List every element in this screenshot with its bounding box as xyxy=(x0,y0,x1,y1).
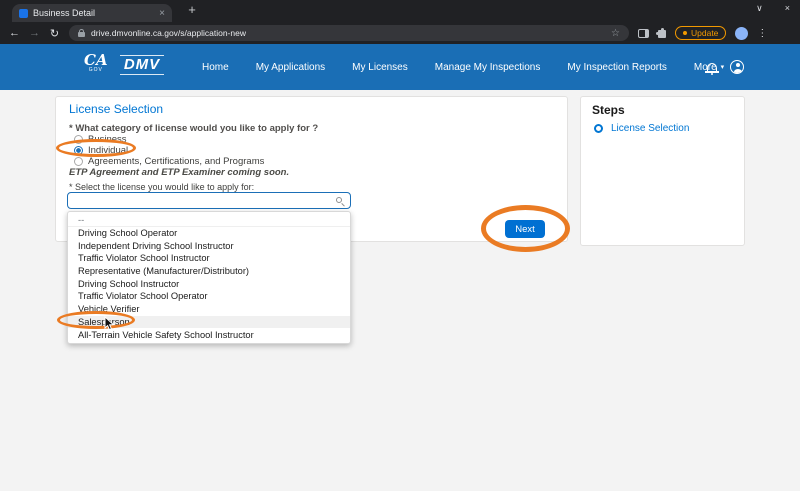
coming-soon-note: ETP Agreement and ETP Examiner coming so… xyxy=(69,167,289,178)
nav-my-licenses[interactable]: My Licenses xyxy=(352,62,408,73)
dropdown-option-none[interactable]: -- xyxy=(68,214,350,227)
forward-icon[interactable]: → xyxy=(29,27,40,39)
radio-icon[interactable] xyxy=(74,135,83,144)
dropdown-option[interactable]: Driving School Operator xyxy=(68,227,350,240)
back-icon[interactable]: ← xyxy=(9,27,20,39)
nav-my-applications[interactable]: My Applications xyxy=(256,62,325,73)
radio-icon[interactable] xyxy=(74,157,83,166)
step-radio-icon xyxy=(594,124,603,133)
category-question: * What category of license would you lik… xyxy=(69,123,318,134)
dropdown-option[interactable]: Traffic Violator School Operator xyxy=(68,290,350,303)
ca-gov-logo[interactable]: CA GOV xyxy=(84,53,108,73)
tab-title: Business Detail xyxy=(33,8,95,18)
license-search-input[interactable] xyxy=(67,192,351,209)
extensions-puzzle-icon[interactable] xyxy=(658,30,666,38)
side-panel-icon[interactable] xyxy=(638,29,649,38)
steps-card xyxy=(580,96,745,246)
update-label: Update xyxy=(691,28,718,38)
dmv-logo[interactable]: DMV xyxy=(116,54,168,76)
dropdown-option-salesperson[interactable]: Salesperson xyxy=(68,316,350,329)
browser-update-button[interactable]: Update xyxy=(675,26,726,40)
tab-close-icon[interactable]: × xyxy=(159,8,165,19)
select-license-label: * Select the license you would like to a… xyxy=(69,182,254,192)
nav-home[interactable]: Home xyxy=(202,62,229,73)
new-tab-button[interactable]: + xyxy=(184,2,200,17)
next-button[interactable]: Next xyxy=(505,220,545,238)
dropdown-option[interactable]: Representative (Manufacturer/Distributor… xyxy=(68,265,350,278)
window-close-icon[interactable]: × xyxy=(785,3,790,14)
steps-title: Steps xyxy=(592,103,625,117)
lock-icon xyxy=(78,32,85,37)
browser-address-bar: ← → ↻ drive.dmvonline.ca.gov/s/applicati… xyxy=(0,22,800,44)
browser-profile-avatar[interactable] xyxy=(735,27,748,40)
url-bar[interactable]: drive.dmvonline.ca.gov/s/application-new… xyxy=(69,25,629,41)
dropdown-option[interactable]: Traffic Violator School Instructor xyxy=(68,252,350,265)
radio-option-individual[interactable]: Individual xyxy=(74,145,128,156)
url-text: drive.dmvonline.ca.gov/s/application-new xyxy=(91,28,246,38)
radio-option-agreements[interactable]: Agreements, Certifications, and Programs xyxy=(74,156,264,167)
browser-menu-icon[interactable]: ⋮ xyxy=(757,28,767,39)
dropdown-option[interactable]: Vehicle Verifier xyxy=(68,303,350,316)
update-dot-icon xyxy=(683,31,687,35)
site-header: CA GOV DMV Home My Applications My Licen… xyxy=(0,44,800,90)
dropdown-option[interactable]: All-Terrain Vehicle Safety School Instru… xyxy=(68,328,350,341)
notifications-bell-icon[interactable] xyxy=(707,63,717,72)
step-license-selection: License Selection xyxy=(611,123,689,134)
browser-tab[interactable]: Business Detail × xyxy=(12,4,172,22)
radio-option-business[interactable]: Business xyxy=(74,134,127,145)
site-nav: Home My Applications My Licenses Manage … xyxy=(202,44,724,90)
bookmark-star-icon[interactable]: ☆ xyxy=(611,28,620,39)
search-icon xyxy=(336,197,342,203)
license-dropdown-list: -- Driving School Operator Independent D… xyxy=(67,211,351,344)
tab-search-chevron-icon[interactable]: ∨ xyxy=(756,3,763,14)
dropdown-option[interactable]: Independent Driving School Instructor xyxy=(68,239,350,252)
user-avatar-icon[interactable] xyxy=(730,60,744,74)
nav-manage-my-inspections[interactable]: Manage My Inspections xyxy=(435,62,541,73)
page-title: License Selection xyxy=(69,102,163,116)
nav-my-inspection-reports[interactable]: My Inspection Reports xyxy=(567,62,667,73)
reload-icon[interactable]: ↻ xyxy=(49,27,60,40)
radio-selected-icon[interactable] xyxy=(74,146,83,155)
browser-window: Business Detail × + ∨ × ← → ↻ drive.dmvo… xyxy=(0,0,800,491)
browser-tab-strip: Business Detail × + ∨ × xyxy=(0,0,800,22)
dropdown-option[interactable]: Driving School Instructor xyxy=(68,277,350,290)
tab-favicon-icon xyxy=(19,9,28,18)
